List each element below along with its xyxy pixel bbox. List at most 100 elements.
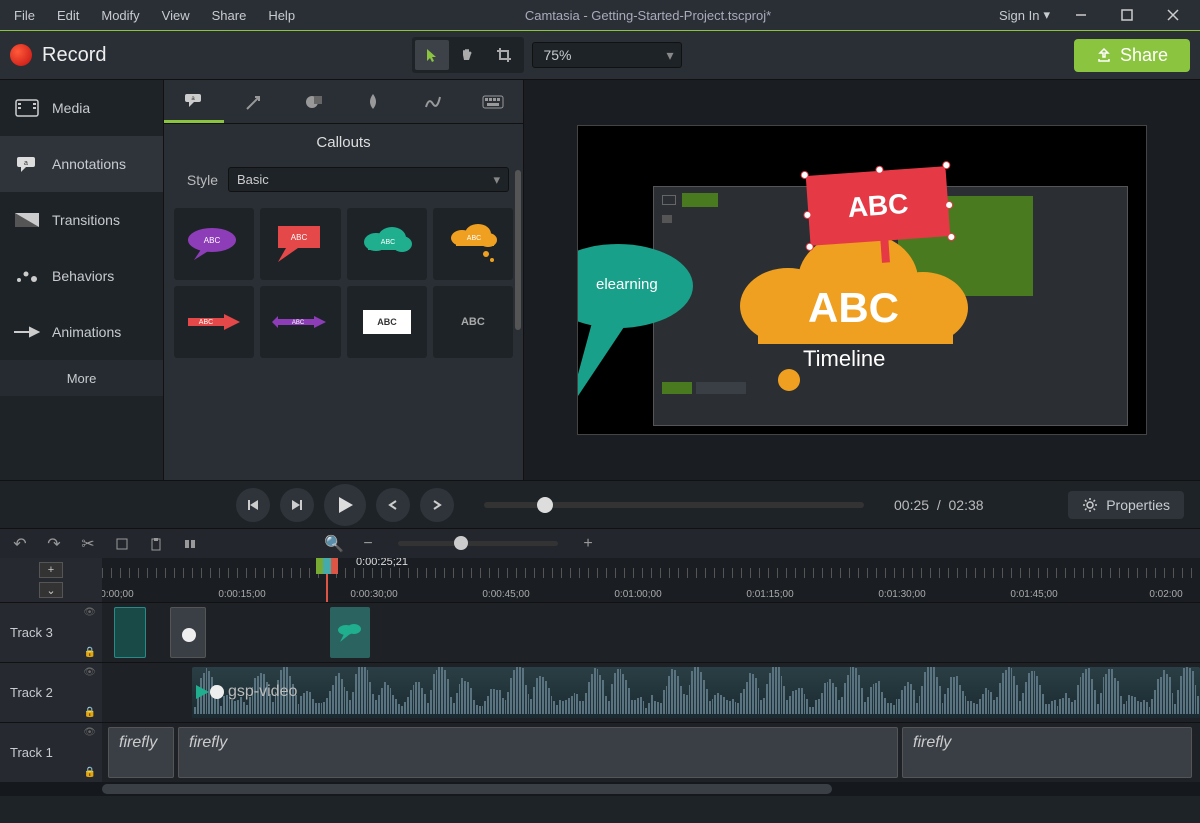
svg-text:ABC: ABC: [380, 239, 394, 246]
timeline-zoom-slider[interactable]: [398, 541, 558, 546]
clip-callout[interactable]: [330, 607, 370, 658]
share-button[interactable]: Share: [1074, 39, 1190, 72]
eye-icon[interactable]: 👁: [83, 727, 96, 738]
svg-text:ABC: ABC: [377, 317, 397, 327]
track-2-label[interactable]: Track 2 👁 🔒: [0, 663, 102, 722]
prev-frame-button[interactable]: [236, 488, 270, 522]
callout-arrow-red[interactable]: ABC: [174, 286, 254, 358]
timeline-ruler[interactable]: 0:00:25;21 0:00:00;000:00:15;000:00:30;0…: [102, 558, 1200, 602]
record-button[interactable]: Record: [10, 44, 106, 67]
sidebar-label: Behaviors: [52, 268, 114, 284]
maximize-button[interactable]: [1104, 0, 1150, 30]
tab-arrows[interactable]: [224, 80, 284, 123]
callout-cloud-teal[interactable]: ABC: [347, 208, 427, 280]
menu-help[interactable]: Help: [258, 4, 305, 27]
play-button[interactable]: [324, 484, 366, 526]
pointer-tool[interactable]: [415, 40, 449, 70]
pan-tool[interactable]: [451, 40, 485, 70]
lock-icon[interactable]: 🔒: [84, 647, 96, 658]
clip-gray[interactable]: [170, 607, 206, 658]
track-options-button[interactable]: ⌄: [39, 582, 63, 598]
preview-canvas[interactable]: elearning ABC ABC Timeline: [577, 125, 1147, 435]
close-button[interactable]: [1150, 0, 1196, 30]
cut-button[interactable]: ✂: [76, 532, 100, 556]
clip-firefly-1[interactable]: firefly: [108, 727, 174, 778]
signin-button[interactable]: Sign In▾: [991, 3, 1058, 27]
eye-icon[interactable]: 👁: [83, 667, 96, 678]
keyframe[interactable]: [210, 685, 224, 699]
canvas-sign-selected[interactable]: ABC: [806, 166, 951, 246]
sidebar-item-animations[interactable]: Animations: [0, 304, 163, 360]
menu-modify[interactable]: Modify: [91, 4, 149, 27]
sidebar-item-behaviors[interactable]: Behaviors: [0, 248, 163, 304]
annotation-type-tabs: a: [164, 80, 523, 124]
track-2-lane[interactable]: gsp-video: [102, 663, 1200, 722]
zoom-in-button[interactable]: +: [576, 532, 600, 556]
tab-sketch[interactable]: [403, 80, 463, 123]
add-track-button[interactable]: +: [39, 562, 63, 578]
minimize-button[interactable]: [1058, 0, 1104, 30]
sidebar-item-transitions[interactable]: Transitions: [0, 192, 163, 248]
tab-keystroke[interactable]: [463, 80, 523, 123]
redo-button[interactable]: ↷: [42, 532, 66, 556]
clip-gsp-video[interactable]: [192, 667, 1200, 718]
callout-box-white[interactable]: ABC: [347, 286, 427, 358]
lock-icon[interactable]: 🔒: [84, 767, 96, 778]
menu-view[interactable]: View: [152, 4, 200, 27]
track-3-lane[interactable]: [102, 603, 1200, 662]
zoom-out-button[interactable]: −: [356, 532, 380, 556]
menu-file[interactable]: File: [4, 4, 45, 27]
menu-edit[interactable]: Edit: [47, 4, 89, 27]
ruler-tick-label: 0:01:15;00: [746, 589, 793, 600]
paste-button[interactable]: [144, 532, 168, 556]
tab-shapes[interactable]: [284, 80, 344, 123]
callout-arrow-purple[interactable]: ABC: [260, 286, 340, 358]
callout-text-plain[interactable]: ABC: [433, 286, 513, 358]
sidebar-more[interactable]: More: [0, 360, 163, 396]
record-icon: [10, 44, 32, 66]
track-3-label[interactable]: Track 3 👁 🔒: [0, 603, 102, 662]
copy-button[interactable]: [110, 532, 134, 556]
callout-speech-purple[interactable]: ABC: [174, 208, 254, 280]
library-scrollbar[interactable]: [515, 170, 521, 330]
clip-teal-1[interactable]: [114, 607, 146, 658]
prev-marker-button[interactable]: [376, 488, 410, 522]
style-select[interactable]: Basic: [228, 167, 509, 192]
playback-scrubber[interactable]: [484, 502, 864, 508]
track-1-label[interactable]: Track 1 👁 🔒: [0, 723, 102, 782]
menu-share[interactable]: Share: [202, 4, 257, 27]
tab-blur[interactable]: [343, 80, 403, 123]
scrubber-thumb[interactable]: [537, 497, 553, 513]
canvas-cloud-text: ABC: [808, 284, 899, 332]
crop-tool[interactable]: [487, 40, 521, 70]
main-menu: File Edit Modify View Share Help: [4, 4, 305, 27]
zoom-select[interactable]: 75%: [532, 42, 682, 68]
next-marker-button[interactable]: [420, 488, 454, 522]
undo-button[interactable]: ↶: [8, 532, 32, 556]
split-button[interactable]: [178, 532, 202, 556]
sidebar-item-annotations[interactable]: a Annotations: [0, 136, 163, 192]
canvas-thought-cloud: ABC: [728, 226, 988, 406]
timeline-search-icon[interactable]: 🔍: [322, 532, 346, 556]
callout-thought-orange[interactable]: ABC: [433, 208, 513, 280]
clip-firefly-3[interactable]: firefly: [902, 727, 1192, 778]
media-icon: [14, 98, 40, 118]
tab-callouts[interactable]: a: [164, 80, 224, 123]
track-1-lane[interactable]: firefly firefly firefly: [102, 723, 1200, 782]
callout-speech-red[interactable]: ABC: [260, 208, 340, 280]
sidebar-label: Animations: [52, 324, 121, 340]
sidebar-label: Media: [52, 100, 90, 116]
eye-icon[interactable]: 👁: [83, 607, 96, 618]
next-frame-button[interactable]: [280, 488, 314, 522]
sidebar-item-media[interactable]: Media: [0, 80, 163, 136]
properties-button[interactable]: Properties: [1068, 491, 1184, 519]
keyframe[interactable]: [182, 628, 196, 642]
svg-text:ABC: ABC: [291, 233, 308, 242]
clip-firefly-2[interactable]: firefly: [178, 727, 898, 778]
timeline-scrollbar[interactable]: [0, 782, 1200, 796]
svg-text:ABC: ABC: [292, 320, 305, 326]
svg-text:ABC: ABC: [199, 319, 213, 326]
zoom-thumb[interactable]: [454, 536, 468, 550]
lock-icon[interactable]: 🔒: [84, 707, 96, 718]
playhead[interactable]: 0:00:25;21: [326, 558, 328, 602]
